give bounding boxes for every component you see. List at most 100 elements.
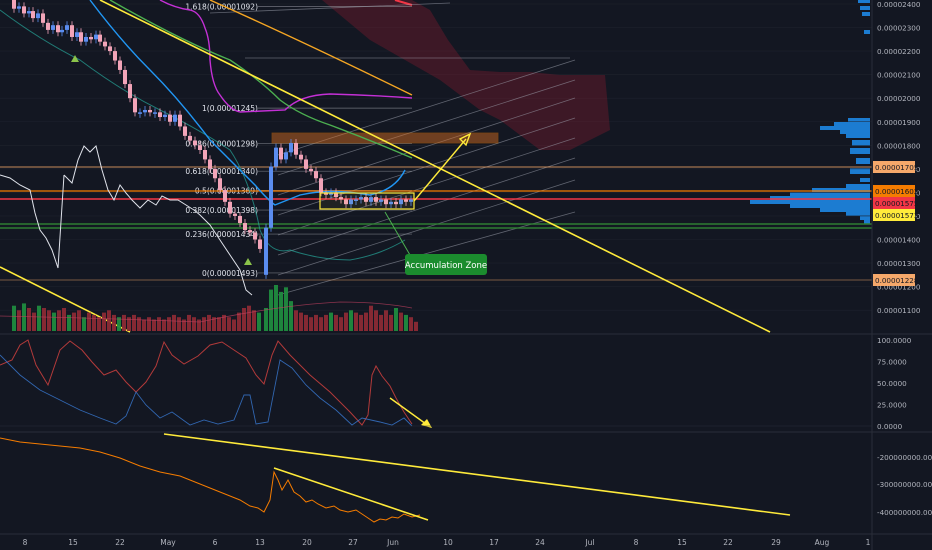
volume-bar — [167, 317, 171, 331]
candle-body — [75, 32, 79, 37]
time-tick-label: 20 — [302, 538, 312, 547]
candle-body — [238, 215, 242, 224]
volume-bar — [87, 312, 91, 331]
volume-bar — [142, 319, 146, 331]
candle-body — [65, 25, 69, 30]
trading-chart[interactable]: 1.618(0.00001092)1(0.00001245)0.786(0.00… — [0, 0, 932, 550]
time-tick-label: Jul — [584, 538, 594, 547]
volume-bar — [309, 317, 313, 331]
candle-body — [118, 60, 122, 70]
volume-bar — [37, 305, 41, 331]
volume-bar — [42, 308, 46, 331]
fib-level-label: 0.618(0.00001340) — [185, 167, 258, 176]
time-tick-label: 15 — [68, 538, 78, 547]
time-tick-label: 8 — [23, 538, 28, 547]
volume-bar — [202, 317, 206, 331]
candle-body — [98, 34, 102, 42]
time-tick-label: May — [160, 538, 176, 547]
volume-bar — [72, 312, 76, 331]
candle-body — [51, 25, 55, 30]
volume-bar — [242, 308, 246, 331]
volume-bar — [369, 305, 373, 331]
price-tick-label: 0.00001100 — [877, 306, 921, 315]
candle-body — [70, 25, 74, 37]
candle-body — [208, 159, 212, 169]
candle-body — [243, 223, 247, 231]
price-tick-label: 0.00002200 — [877, 47, 921, 56]
price-tick-label: 0.00001300 — [877, 259, 921, 268]
time-tick-label: 15 — [677, 538, 687, 547]
volume-bar — [102, 312, 106, 331]
candle-body — [143, 109, 147, 113]
volume-bar — [404, 314, 408, 331]
candle-body — [304, 159, 308, 169]
time-tick-label: 29 — [771, 538, 781, 547]
candle-body — [79, 32, 83, 42]
candle-body — [233, 213, 237, 216]
volume-bar — [359, 314, 363, 331]
candle-body — [56, 25, 60, 33]
volume-bar — [12, 305, 16, 331]
volume-bar — [107, 310, 111, 331]
volume-bar — [374, 310, 378, 331]
time-tick-label: Jun — [386, 538, 399, 547]
volume-bar — [192, 317, 196, 331]
volume-bar — [32, 312, 36, 331]
volume-bar — [324, 314, 328, 331]
volume-bar — [122, 314, 126, 331]
candle-body — [158, 112, 162, 118]
volume-bar — [384, 310, 388, 331]
volume-bar — [409, 317, 413, 331]
price-tick-label: 0.00001800 — [877, 141, 921, 150]
volume-bar — [247, 305, 251, 331]
volume-bar — [299, 312, 303, 331]
time-tick-label: 8 — [634, 538, 639, 547]
candle-body — [148, 109, 152, 113]
volume-bar — [319, 317, 323, 331]
candle-body — [178, 114, 182, 127]
candle-body — [294, 142, 298, 155]
candle-body — [168, 114, 172, 122]
candle-body — [12, 0, 16, 9]
volume-bar — [92, 314, 96, 331]
candle-body — [133, 98, 137, 113]
candle-body — [113, 51, 117, 61]
time-tick-label: 10 — [443, 538, 453, 547]
time-tick-label: 13 — [255, 538, 265, 547]
stoch-tick-label: 0.0000 — [877, 422, 903, 431]
candle-body — [41, 13, 45, 23]
candle-body — [248, 230, 252, 233]
time-tick-label: 24 — [535, 538, 545, 547]
stoch-tick-label: 100.0000 — [877, 336, 912, 345]
volume-bar — [284, 287, 288, 331]
candle-body — [289, 142, 293, 153]
obv-tick-label: -300000000.0000 — [877, 480, 932, 489]
candle-body — [218, 178, 222, 191]
volume-bar — [187, 314, 191, 331]
volume-bar — [232, 319, 236, 331]
volume-bar — [197, 319, 201, 331]
volume-bar — [62, 308, 66, 331]
candle-body — [193, 140, 197, 146]
candle-body — [60, 29, 64, 33]
obv-tick-label: -400000000.0000 — [877, 508, 932, 517]
time-tick-label: 22 — [723, 538, 733, 547]
price-tick-label: 0.00001900 — [877, 118, 921, 127]
fib-level-label: 0.236(0.00001434) — [185, 230, 258, 239]
volume-bar — [177, 317, 181, 331]
candle-body — [274, 147, 278, 167]
candle-body — [123, 69, 127, 85]
volume-bar — [237, 312, 241, 331]
price-tag-label: 0.00001602 — [875, 187, 918, 196]
candle-body — [22, 6, 26, 14]
stoch-tick-label: 50.0000 — [877, 379, 907, 388]
volume-bar — [132, 314, 136, 331]
candle-body — [253, 232, 257, 240]
volume-bar — [162, 319, 166, 331]
time-tick-label: Aug — [815, 538, 830, 547]
candle-body — [163, 114, 167, 118]
volume-bar — [77, 310, 81, 331]
volume-bar — [304, 314, 308, 331]
accumulation-label-text: Accumulation Zone — [405, 261, 487, 271]
candle-body — [203, 150, 207, 160]
